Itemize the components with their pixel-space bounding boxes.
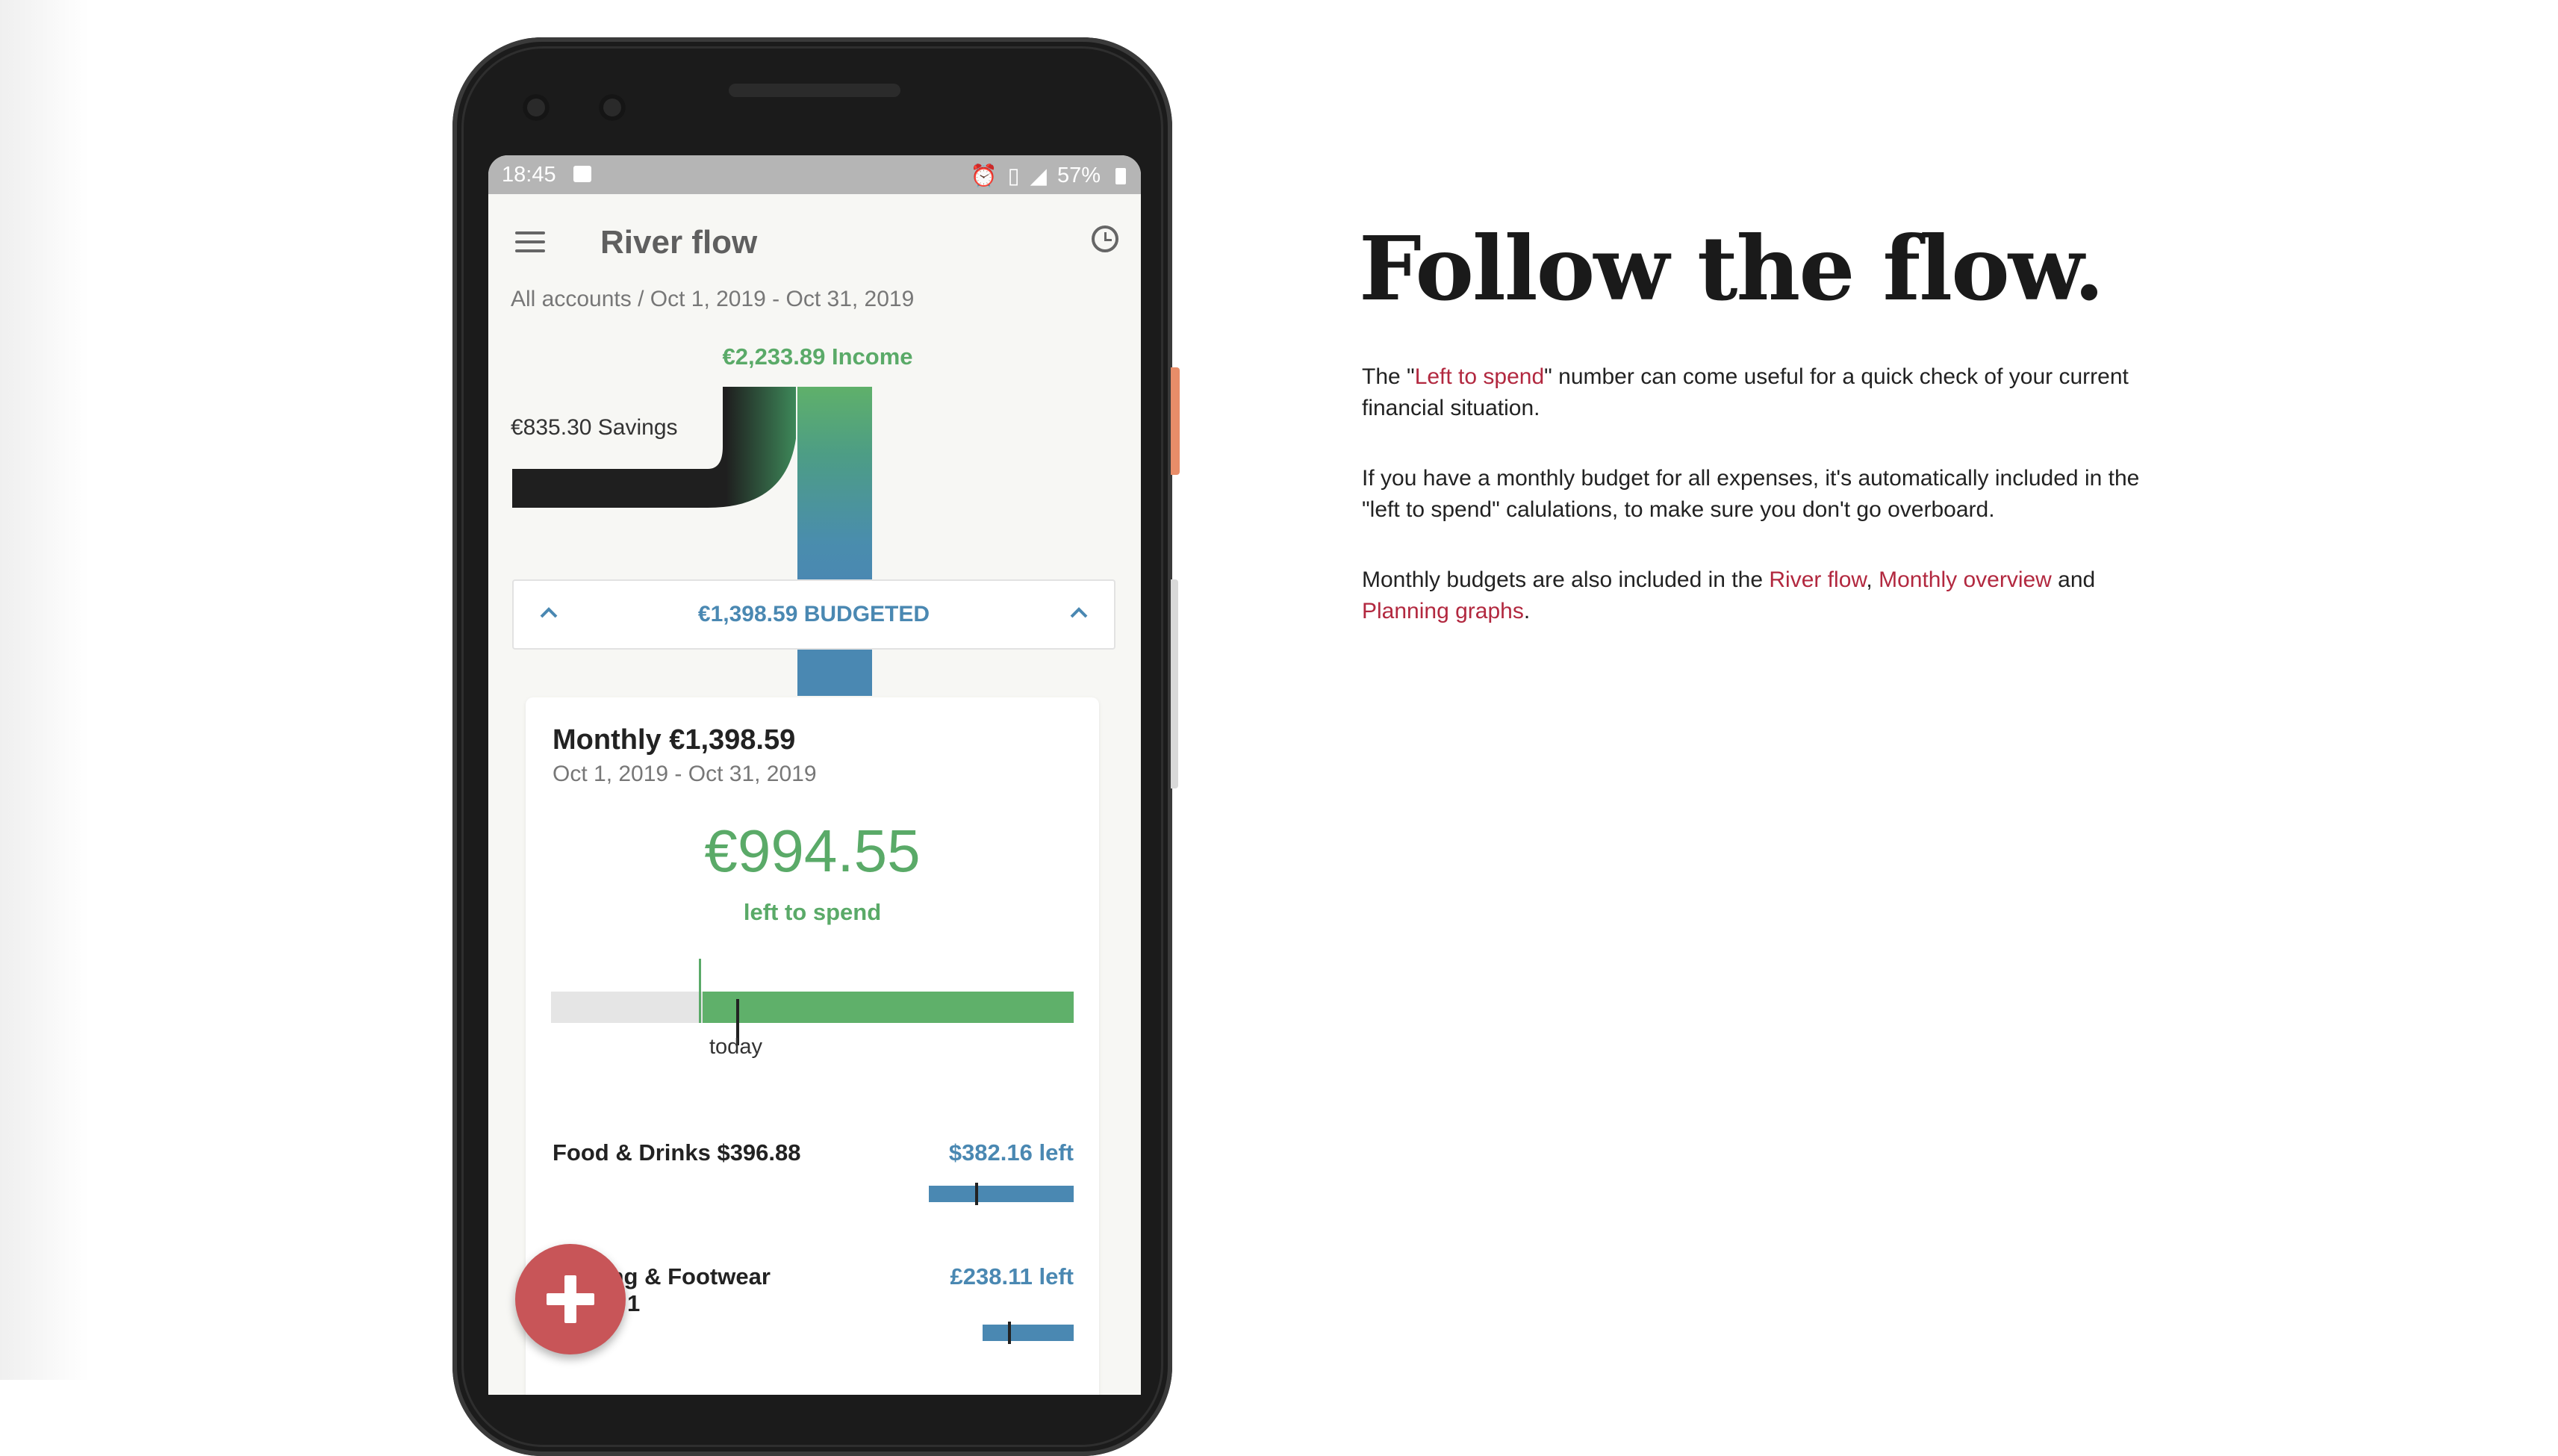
today-label: today xyxy=(709,1035,762,1059)
signal-icon: ◢ xyxy=(1030,164,1047,188)
menu-icon[interactable] xyxy=(515,231,545,252)
paragraph-monthly-budget: If you have a monthly budget for all exp… xyxy=(1362,466,2140,522)
budgeted-toggle[interactable]: €1,398.59 BUDGETED xyxy=(512,579,1115,650)
paragraph-included-in: Monthly budgets are also included in the… xyxy=(1362,564,2183,627)
add-transaction-button[interactable] xyxy=(515,1244,626,1354)
headline: Follow the flow. xyxy=(1359,217,2105,320)
battery-icon xyxy=(1115,167,1126,184)
app-title: River flow xyxy=(600,224,758,261)
category-today-marker xyxy=(1008,1322,1011,1344)
income-label: €2,233.89 Income xyxy=(722,343,913,370)
status-bar: 18:45 ⏰ ▯ ◢ 57% xyxy=(488,155,1141,194)
category-today-marker xyxy=(975,1183,978,1205)
p3-text-end: . xyxy=(1523,599,1531,623)
p3-text-before: Monthly budgets are also included in the xyxy=(1362,567,1770,592)
category-left: $382.16 left xyxy=(948,1139,1074,1166)
page-left-shade xyxy=(0,0,90,1380)
spent-marker xyxy=(699,959,701,1023)
image-notification-icon xyxy=(573,166,591,182)
category-bar xyxy=(929,1186,1074,1202)
sensor-icon xyxy=(599,94,626,121)
volume-button xyxy=(1171,579,1178,788)
savings-label: €835.30 Savings xyxy=(511,415,678,440)
category-name[interactable]: Food & Drinks $396.88 xyxy=(553,1139,801,1166)
breadcrumb[interactable]: All accounts / Oct 1, 2019 - Oct 31, 201… xyxy=(511,287,914,312)
income-flow xyxy=(797,387,872,581)
p1-text-before: The " xyxy=(1362,364,1415,389)
category-left: £238.11 left xyxy=(950,1263,1074,1289)
savings-flow xyxy=(512,387,796,508)
budget-progress-fill xyxy=(703,992,1074,1023)
left-to-spend-link[interactable]: Left to spend xyxy=(1415,364,1544,389)
chevron-up-icon[interactable] xyxy=(1069,603,1089,623)
power-button xyxy=(1171,367,1180,475)
card-date-range: Oct 1, 2019 - Oct 31, 2019 xyxy=(553,762,817,786)
status-time: 18:45 xyxy=(502,163,556,187)
p3-text-mid: and xyxy=(2051,567,2096,592)
category-amount: 1 xyxy=(627,1290,641,1316)
monthly-overview-link[interactable]: Monthly overview xyxy=(1879,567,2052,592)
alarm-icon: ⏰ xyxy=(970,164,998,188)
speaker-grille xyxy=(729,84,900,97)
river-flow-link[interactable]: River flow xyxy=(1769,567,1866,592)
planning-graphs-link[interactable]: Planning graphs xyxy=(1362,599,1524,623)
left-to-spend-amount: €994.55 xyxy=(704,818,921,884)
vibrate-icon: ▯ xyxy=(1007,164,1020,188)
paragraph-left-to-spend: The "Left to spend" number can come usef… xyxy=(1362,361,2183,424)
card-title: Monthly €1,398.59 xyxy=(553,724,796,756)
left-to-spend-label: left to spend xyxy=(743,899,882,925)
front-camera-icon xyxy=(523,94,550,121)
battery-text: 57% xyxy=(1057,164,1101,187)
category-name[interactable]: ing & Footwear xyxy=(603,1263,771,1290)
p3-separator: , xyxy=(1866,567,1879,592)
budgeted-label: €1,398.59 BUDGETED xyxy=(697,602,930,626)
status-icons: ⏰ ▯ ◢ 57% xyxy=(971,163,1126,189)
phone-screen: 18:45 ⏰ ▯ ◢ 57% River flow All accounts … xyxy=(488,155,1141,1395)
category-bar xyxy=(983,1325,1074,1341)
budget-flow xyxy=(797,650,872,696)
clock-icon[interactable] xyxy=(1092,225,1118,252)
app-bar: River flow xyxy=(488,194,1141,281)
